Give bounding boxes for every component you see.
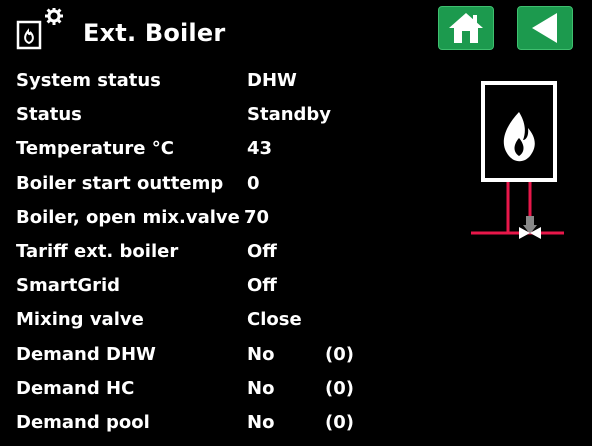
back-button[interactable] [517, 6, 573, 50]
value-status: Standby [247, 104, 332, 126]
row-demand-hc: Demand HC No (0) [16, 374, 376, 408]
boiler-settings-icon [16, 7, 64, 56]
label-smartgrid: SmartGrid [16, 275, 121, 297]
label-status: Status [16, 104, 82, 126]
page-title: Ext. Boiler [83, 19, 226, 47]
home-icon [449, 13, 483, 43]
row-status: Status Standby [16, 100, 376, 134]
row-smartgrid: SmartGrid Off [16, 271, 376, 305]
boiler-diagram [468, 78, 568, 248]
row-boiler-open-mix-valve: Boiler, open mix.valve ° 70 [16, 203, 376, 237]
row-mixing-valve: Mixing valve Close [16, 305, 376, 339]
extra-demand-hc: (0) [325, 377, 354, 399]
label-boiler-start-outtemp: Boiler start outtemp [16, 172, 224, 194]
value-demand-pool: No [247, 411, 275, 433]
value-tariff-ext-boiler: Off [247, 240, 277, 262]
status-list: System status DHW Status Standby Tempera… [16, 66, 376, 442]
label-demand-dhw: Demand DHW [16, 343, 156, 365]
boiler-flame-icon [481, 81, 557, 182]
value-temperature: 43 [247, 138, 273, 160]
value-demand-dhw: No [247, 343, 275, 365]
extra-demand-dhw: (0) [325, 343, 354, 365]
mixing-valve-icon [519, 216, 541, 239]
label-demand-pool: Demand pool [16, 411, 150, 433]
value-mixing-valve: Close [247, 309, 302, 331]
row-tariff-ext-boiler: Tariff ext. boiler Off [16, 237, 376, 271]
value-demand-hc: No [247, 377, 275, 399]
back-arrow-icon [532, 13, 557, 43]
label-boiler-open-mix-valve: Boiler, open mix.valve ° [16, 206, 244, 228]
label-temperature: Temperature °C [16, 138, 174, 160]
row-system-status: System status DHW [16, 66, 376, 100]
row-demand-dhw: Demand DHW No (0) [16, 340, 376, 374]
value-boiler-open-mix-valve: 70 [244, 206, 270, 228]
extra-demand-pool: (0) [325, 411, 354, 433]
label-tariff-ext-boiler: Tariff ext. boiler [16, 240, 179, 262]
row-boiler-start-outtemp: Boiler start outtemp 0 [16, 169, 376, 203]
label-mixing-valve: Mixing valve [16, 309, 144, 331]
label-demand-hc: Demand HC [16, 377, 135, 399]
value-smartgrid: Off [247, 275, 277, 297]
row-demand-pool: Demand pool No (0) [16, 408, 376, 442]
home-button[interactable] [438, 6, 494, 50]
value-boiler-start-outtemp: 0 [247, 172, 260, 194]
label-system-status: System status [16, 70, 161, 91]
row-temperature: Temperature °C 43 [16, 134, 376, 168]
value-system-status: DHW [247, 70, 297, 91]
